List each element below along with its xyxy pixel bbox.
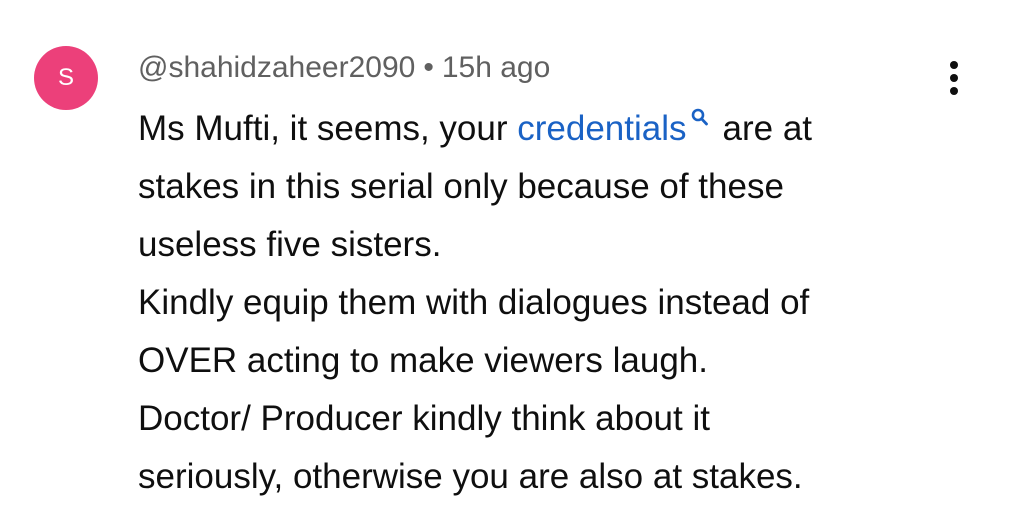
avatar-letter: S xyxy=(57,64,74,91)
author-handle[interactable]: @shahidzaheer2090 xyxy=(138,51,415,84)
comment-line: stakes in this serial only because of th… xyxy=(138,167,784,206)
comment-line: Ms Mufti, it seems, your credentials are… xyxy=(138,100,998,158)
comment-item: S @shahidzaheer2090 • 15h ago Ms Mufti, it… xyxy=(0,0,1024,520)
meta-separator: • xyxy=(423,51,434,84)
comment-text-segment: are at xyxy=(722,109,813,148)
comment-line: Kindly equip them with dialogues instead… xyxy=(138,283,810,322)
comment-header: @shahidzaheer2090 • 15h ago xyxy=(138,50,550,86)
more-options-button[interactable] xyxy=(936,56,972,100)
comment-line: OVER acting to make viewers laugh. xyxy=(138,341,708,380)
comment-timestamp: 15h ago xyxy=(441,51,551,84)
comment-line: seriously, otherwise you are also at sta… xyxy=(138,457,803,496)
comment-text-segment: Ms Mufti, it seems, your xyxy=(138,109,518,148)
avatar[interactable]: S xyxy=(34,46,98,110)
more-vert-icon xyxy=(950,61,958,95)
comment-text: Ms Mufti, it seems, your credentials are… xyxy=(138,100,998,506)
comment-line: Doctor/ Producer kindly think about it xyxy=(138,399,710,438)
search-icon[interactable] xyxy=(691,108,709,128)
search-link-credentials[interactable]: credentials xyxy=(517,109,686,148)
comment-line: useless five sisters. xyxy=(138,225,442,264)
